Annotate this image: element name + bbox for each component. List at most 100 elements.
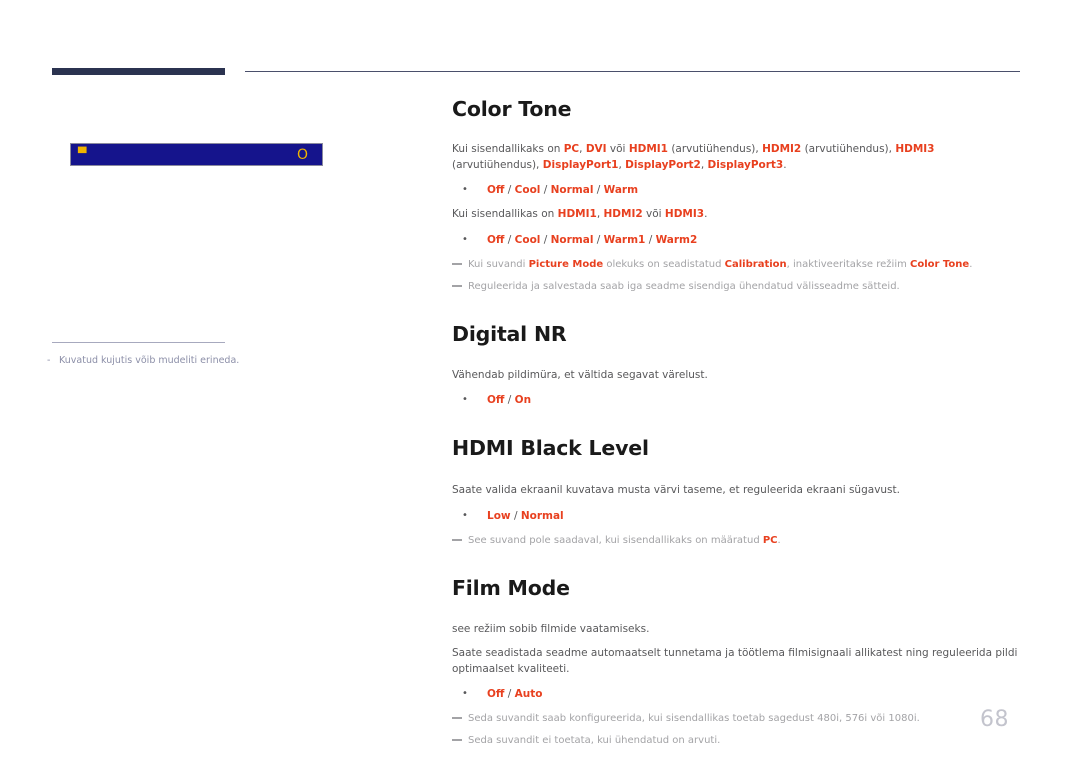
option-list-item: • Off / On [452,392,1022,408]
content-column: Color Tone Kui sisendallikaks on PC, DVI … [452,96,1022,755]
option-value: On [514,394,532,406]
section-hdmi-black-level: HDMI Black Level Saate valida ekraanil ku… [452,435,1022,548]
header-accent-bar [52,68,225,75]
option-list: • Off / Cool / Normal / Warm1 / Warm2 [452,232,1022,248]
option-value: Off [487,233,505,246]
option-separator: / [504,688,515,700]
text-run: Vähendab pildimüra, et vältida segavat v… [452,368,708,381]
note-line: Kui suvandi Picture Mode olekuks on sead… [452,257,1022,272]
highlighted-term: DVI [585,143,607,155]
note-dash-icon [452,262,462,265]
text-run: Kui sisendallikaks on [452,143,564,155]
highlighted-term: PC [762,534,778,546]
highlighted-term: HDMI2 [762,143,802,155]
text-run: Seda suvandit ei toetata, kui ühendatud … [468,735,721,746]
text-run: . [969,258,973,270]
footnote-dash: - [47,355,51,366]
paragraph: Kui sisendallikas on HDMI1, HDMI2 või HD… [452,207,1022,223]
bullet-icon: • [462,688,468,699]
note-line: Seda suvandit saab konfigureerida, kui s… [452,711,1022,726]
paragraph: Saate seadistada seadme automaatselt tun… [452,646,1022,677]
highlighted-term: HDMI1 [557,208,597,220]
paragraph: Saate valida ekraanil kuvatava musta vär… [452,483,1022,499]
paragraph: see režiim sobib filmide vaatamiseks. [452,622,1022,638]
option-value: Warm1 [603,233,646,246]
text-run: Saate valida ekraanil kuvatava musta vär… [452,484,900,496]
highlighted-term: Calibration [724,258,787,270]
bullet-icon: • [462,509,468,521]
highlighted-term: PC [563,143,580,155]
option-separator: / [540,233,551,246]
text-run: , [700,158,708,171]
text-run: , inaktiveeritakse režiim [786,258,911,270]
option-value: Normal [550,233,594,246]
text-run: või [642,208,665,220]
option-separator: / [645,233,656,246]
bullet-icon: • [462,233,468,245]
text-run: , [596,208,604,220]
option-separator: / [593,184,604,196]
note-dash-icon [452,717,462,719]
option-value: Normal [550,184,594,196]
bullet-icon: • [462,184,468,195]
option-separator: / [504,233,515,246]
option-value: Off [487,394,505,406]
text-run: (arvutiühendus), [801,143,896,155]
option-separator: / [504,184,515,196]
section-digital-nr: Digital NR Vähendab pildimüra, et vältida… [452,321,1022,409]
text-run: Kui sisendallikas on [452,208,558,220]
highlighted-term: DisplayPort3 [707,158,784,171]
option-value: Warm2 [655,233,698,246]
option-list-item: • Off / Auto [452,686,1022,702]
option-list: • Off / On [452,392,1022,408]
osd-menu-bar: ▀ O [70,143,323,166]
option-list-item: • Off / Cool / Normal / Warm [452,182,1022,198]
osd-lock-icon: ▀ [78,147,87,160]
text-run: . [704,208,708,220]
section-film-mode: Film Mode see režiim sobib filmide vaatam… [452,575,1022,749]
text-run: (arvutiühendus), [667,143,763,155]
section-title-hdmi-black-level: HDMI Black Level [452,436,649,460]
note-line: Seda suvandit ei toetata, kui ühendatud … [452,733,1022,748]
option-list: • Low / Normal [452,508,1022,524]
option-list-item: • Low / Normal [452,508,1022,524]
note-line: See suvand pole saadaval, kui sisendalli… [452,533,1022,548]
left-footnote: - Kuvatud kujutis võib mudeliti erineda. [47,354,317,368]
section-title-digital-nr: Digital NR [452,321,567,346]
section-title-color-tone: Color Tone [452,97,572,121]
note-dash-icon [452,284,462,287]
highlighted-term: HDMI3 [895,143,935,155]
text-run: , [579,143,586,155]
option-value: Cool [514,233,541,246]
text-run: Saate seadistada seadme automaatselt tun… [452,647,1018,675]
bullet-icon: • [462,394,468,405]
highlighted-term: DisplayPort1 [542,158,619,171]
highlighted-term: Color Tone [910,258,970,270]
text-run: Reguleerida ja salvestada saab iga seadm… [468,280,900,292]
note-line: Reguleerida ja salvestada saab iga seadm… [452,279,1022,294]
option-list: • Off / Auto [452,686,1022,702]
option-list-item: • Off / Cool / Normal / Warm1 / Warm2 [452,232,1022,248]
text-run: See suvand pole saadaval, kui sisendalli… [468,534,763,546]
highlighted-term: HDMI1 [628,143,668,155]
text-run: olekuks on seadistatud [603,258,725,270]
highlighted-term: DisplayPort2 [625,158,701,171]
paragraph: Vähendab pildimüra, et vältida segavat v… [452,368,1022,384]
option-value: Warm [603,184,639,196]
option-separator: / [593,233,604,246]
text-run: see režiim sobib filmide vaatamiseks. [452,622,650,635]
text-run: (arvutiühendus), [452,158,543,171]
option-value: Off [487,184,505,196]
option-separator: / [540,184,551,196]
option-list: • Off / Cool / Normal / Warm [452,182,1022,198]
highlighted-term: Picture Mode [528,258,604,270]
highlighted-term: HDMI2 [603,208,643,220]
osd-circle-icon: O [296,147,308,163]
page-number: 68 [980,707,1009,732]
option-value: Auto [514,688,543,700]
note-dash-icon [452,739,462,741]
option-separator: / [504,394,515,406]
option-value: Off [487,688,505,700]
header-divider-line [245,71,1020,72]
text-run: . [777,534,781,546]
